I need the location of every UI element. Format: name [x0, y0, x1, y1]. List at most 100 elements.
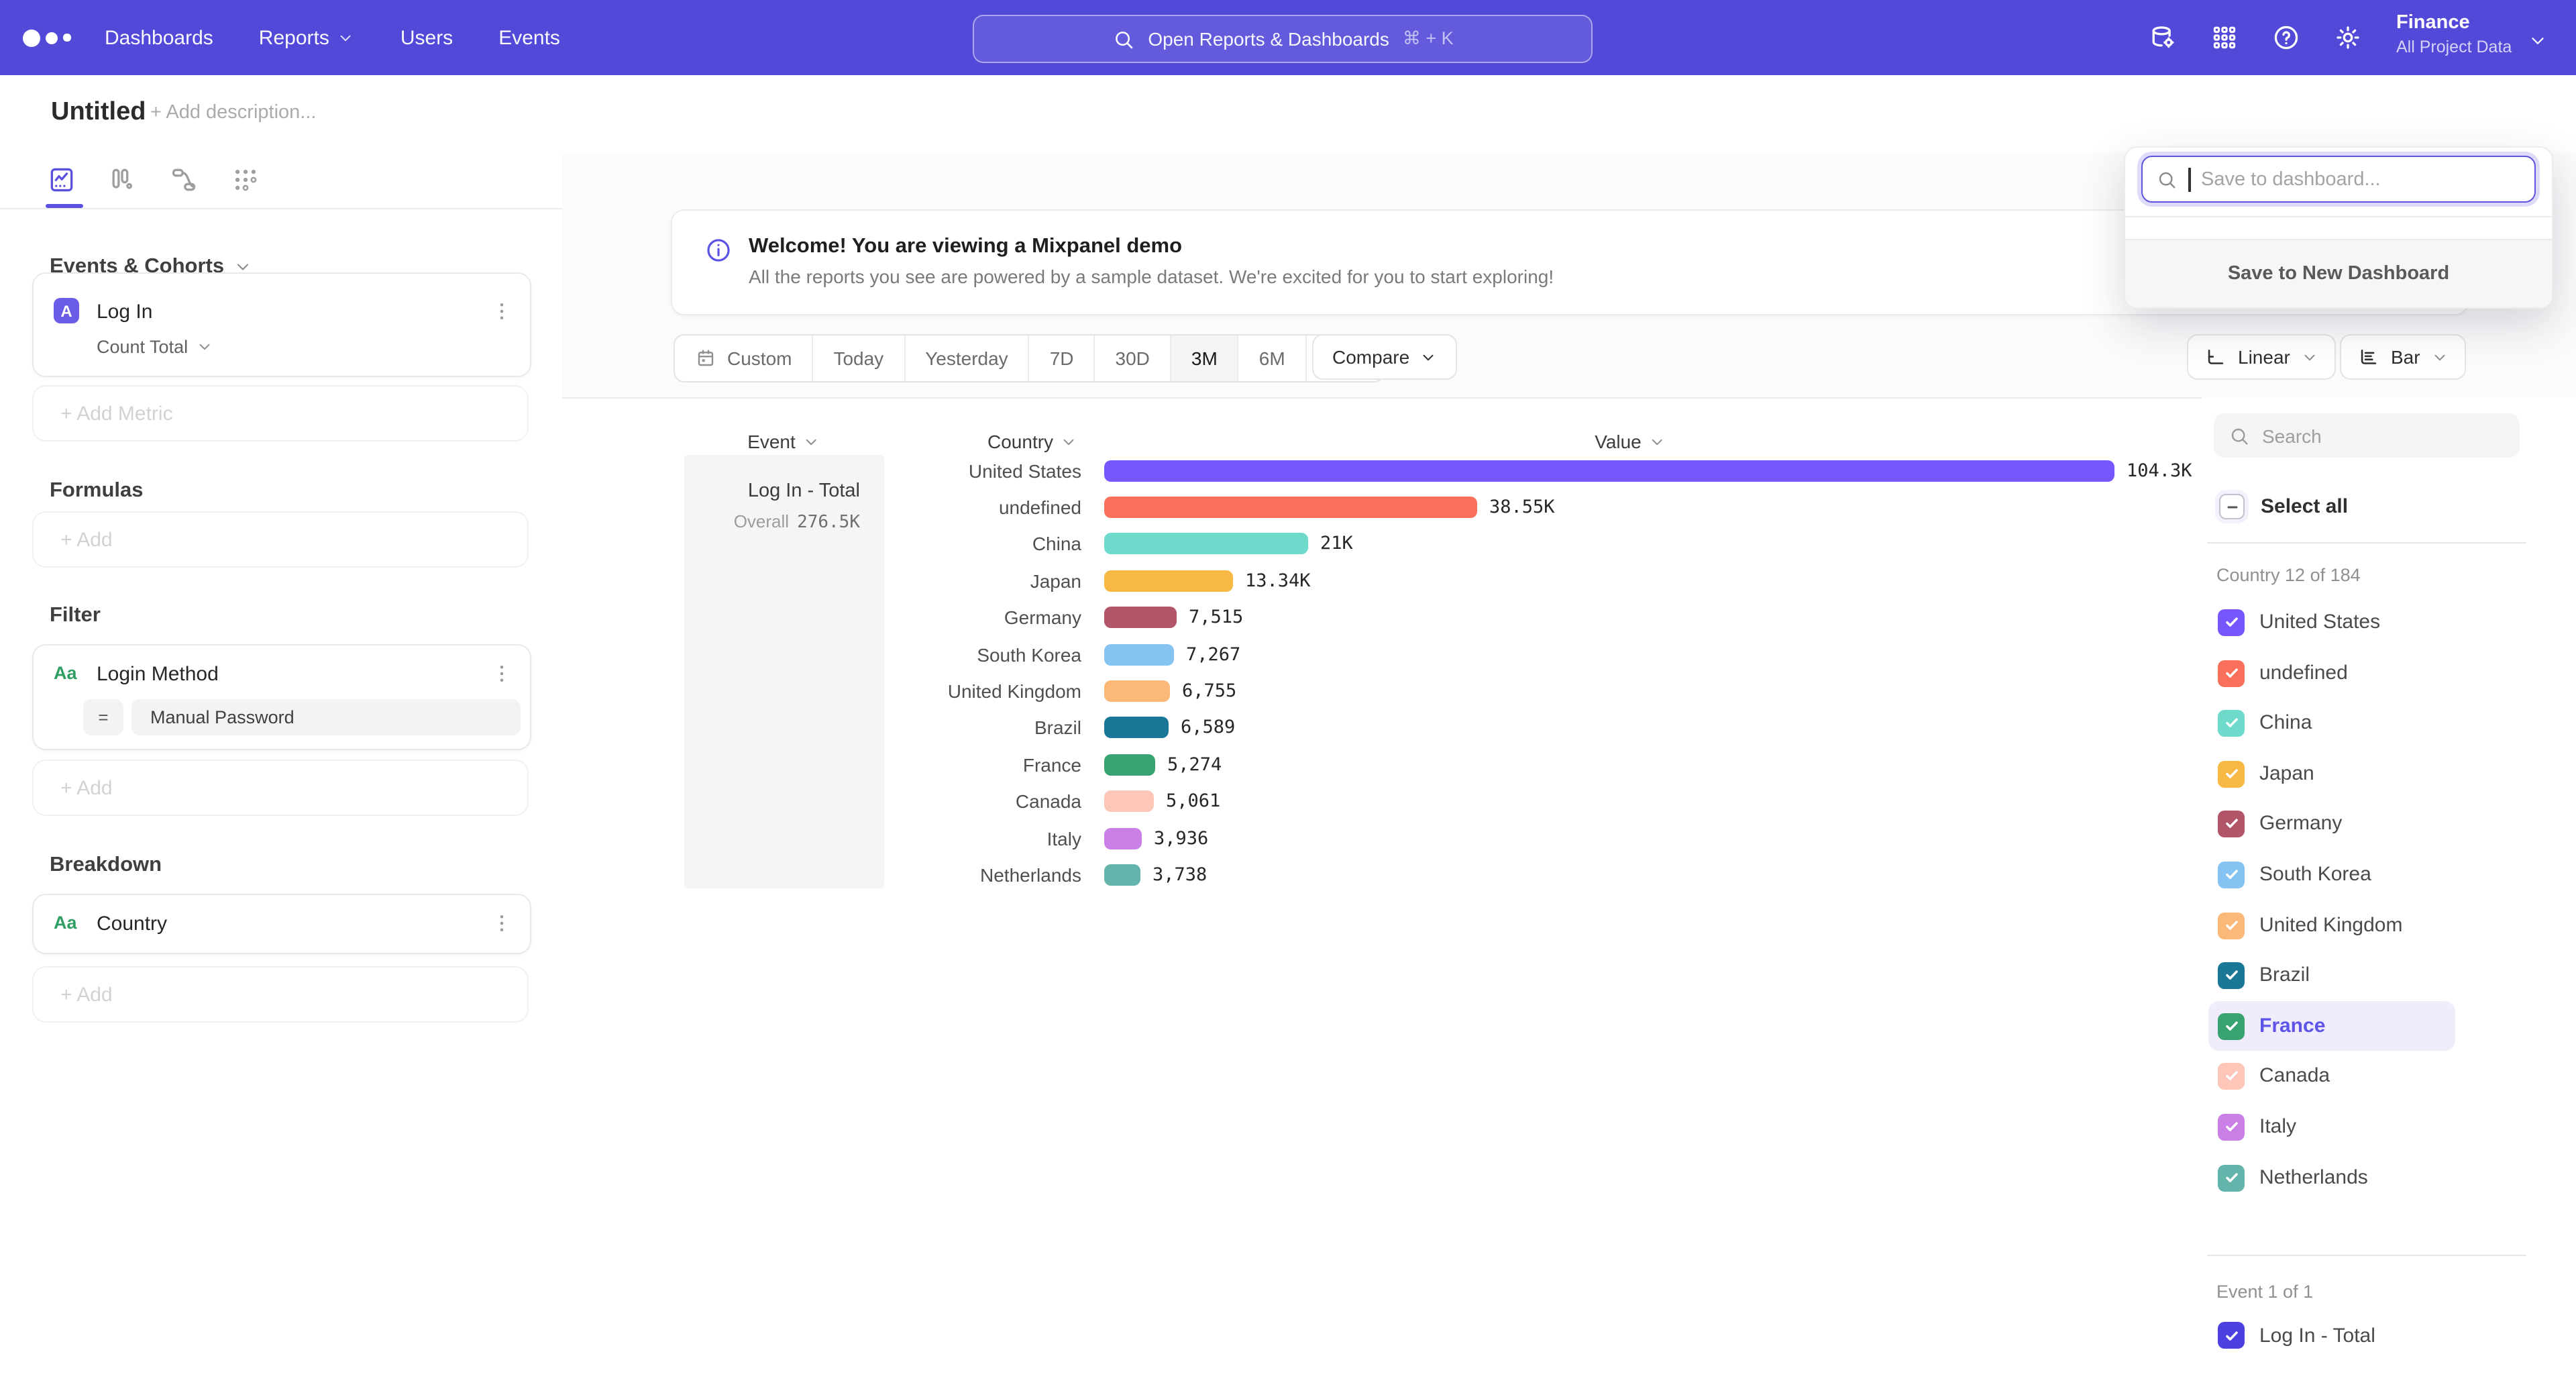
project-name: Finance	[2396, 11, 2512, 36]
column-header-value[interactable]: Value	[1595, 431, 1666, 452]
kebab-menu-icon[interactable]	[490, 662, 514, 686]
nav-item-reports[interactable]: Reports	[259, 26, 355, 49]
event-checkbox[interactable]	[2218, 1322, 2245, 1349]
tab-insights-icon[interactable]	[47, 165, 76, 195]
nav-item-users[interactable]: Users	[400, 26, 453, 49]
bar-france[interactable]	[1104, 754, 1155, 776]
nav-item-dashboards[interactable]: Dashboards	[105, 26, 213, 49]
range-today[interactable]: Today	[812, 335, 904, 381]
column-header-country[interactable]: Country	[987, 431, 1077, 452]
metric-badge: A	[54, 298, 79, 323]
range-yesterday[interactable]: Yesterday	[904, 335, 1028, 381]
country-row-japan[interactable]: Japan	[2208, 749, 2455, 798]
event-checkbox-row[interactable]: Log In - Total	[2218, 1322, 2375, 1349]
country-checkbox-italy[interactable]	[2218, 1113, 2245, 1140]
bar-united-kingdom[interactable]	[1104, 680, 1170, 702]
metric-card-log-in[interactable]: A Log In Count Total	[32, 272, 531, 377]
filter-card-login-method[interactable]: Aa Login Method = Manual Password	[32, 644, 531, 750]
bar-undefined[interactable]	[1104, 497, 1477, 518]
country-row-china[interactable]: China	[2208, 698, 2455, 747]
chart-type-selector[interactable]: Bar	[2340, 334, 2466, 380]
country-row-netherlands[interactable]: Netherlands	[2208, 1153, 2455, 1202]
bar-netherlands[interactable]	[1104, 864, 1140, 886]
filter-property-name[interactable]: Login Method	[97, 663, 219, 686]
bar-japan[interactable]	[1104, 570, 1233, 592]
country-checkbox-undefined[interactable]	[2218, 660, 2245, 686]
global-search[interactable]: Open Reports & Dashboards ⌘ + K	[973, 15, 1593, 63]
country-row-south-korea[interactable]: South Korea	[2208, 849, 2455, 899]
tab-flows-icon[interactable]	[169, 165, 199, 195]
country-row-united-kingdom[interactable]: United Kingdom	[2208, 900, 2455, 950]
chevron-down-icon[interactable]	[2528, 31, 2548, 51]
data-management-icon[interactable]	[2148, 23, 2178, 52]
report-title[interactable]: Untitled	[51, 98, 146, 127]
country-row-france[interactable]: France	[2208, 1001, 2455, 1051]
range-30d[interactable]: 30D	[1094, 335, 1170, 381]
breakdown-card-country[interactable]: Aa Country	[32, 894, 531, 954]
bar-italy[interactable]	[1104, 827, 1142, 849]
bar-canada[interactable]	[1104, 790, 1154, 812]
country-checkbox-japan[interactable]	[2218, 760, 2245, 787]
apps-grid-icon[interactable]	[2210, 23, 2239, 52]
filter-operator[interactable]: =	[83, 699, 123, 735]
kebab-menu-icon[interactable]	[490, 299, 514, 323]
check-icon	[2222, 866, 2240, 883]
country-checkbox-netherlands[interactable]	[2218, 1164, 2245, 1191]
country-checkbox-united-kingdom[interactable]	[2218, 912, 2245, 939]
event-summary-panel: Log In - Total Overall 276.5K	[684, 455, 884, 888]
bar-brazil[interactable]	[1104, 717, 1169, 739]
chart-row-united-kingdom: United Kingdom6,755	[884, 673, 2202, 710]
bar-china[interactable]	[1104, 533, 1308, 555]
range-6m[interactable]: 6M	[1238, 335, 1305, 381]
bar-south-korea[interactable]	[1104, 643, 1174, 665]
country-checkbox-france[interactable]	[2218, 1013, 2245, 1039]
country-checkbox-united-states[interactable]	[2218, 609, 2245, 635]
top-nav: Dashboards Reports Users Events Open Report…	[0, 0, 2576, 75]
range-3m[interactable]: 3M	[1170, 335, 1238, 381]
save-to-new-dashboard-button[interactable]: Save to New Dashboard	[2125, 239, 2552, 307]
add-breakdown-button[interactable]: + Add	[32, 966, 529, 1023]
select-all-row[interactable]: Select all	[2219, 494, 2348, 519]
country-row-italy[interactable]: Italy	[2208, 1102, 2455, 1151]
scale-selector[interactable]: Linear	[2187, 334, 2336, 380]
bar-germany[interactable]	[1104, 607, 1177, 629]
event-checkbox-label: Log In - Total	[2259, 1324, 2375, 1347]
country-label: France	[2259, 1015, 2325, 1037]
mixpanel-logo-icon[interactable]	[23, 0, 70, 75]
aggregation-selector[interactable]: Count Total	[97, 337, 213, 357]
filter-value[interactable]: Manual Password	[131, 699, 521, 735]
kebab-menu-icon[interactable]	[490, 911, 514, 935]
country-row-brazil[interactable]: Brazil	[2208, 950, 2455, 1000]
country-row-united-states[interactable]: United States	[2208, 597, 2455, 647]
select-all-checkbox[interactable]	[2219, 494, 2245, 519]
range-custom[interactable]: Custom	[675, 335, 812, 381]
country-row-undefined[interactable]: undefined	[2208, 648, 2455, 698]
country-checkbox-china[interactable]	[2218, 709, 2245, 736]
tab-retention-icon[interactable]	[231, 165, 260, 195]
add-filter-button[interactable]: + Add	[32, 760, 529, 816]
legend-search-input[interactable]: Search	[2214, 413, 2520, 458]
range-7d[interactable]: 7D	[1028, 335, 1094, 381]
country-checkbox-germany[interactable]	[2218, 810, 2245, 837]
country-checkbox-south-korea[interactable]	[2218, 861, 2245, 888]
metric-name[interactable]: Log In	[97, 301, 152, 323]
chevron-down-icon	[802, 433, 820, 450]
save-dashboard-search-input[interactable]: Save to dashboard...	[2141, 156, 2536, 203]
bar-united-states[interactable]	[1104, 460, 2114, 481]
country-row-germany[interactable]: Germany	[2208, 798, 2455, 848]
country-row-canada[interactable]: Canada	[2208, 1051, 2455, 1100]
country-checkbox-canada[interactable]	[2218, 1062, 2245, 1089]
add-metric-button[interactable]: + Add Metric	[32, 385, 529, 442]
compare-button[interactable]: Compare	[1312, 334, 1456, 380]
tab-funnels-icon[interactable]	[107, 165, 137, 195]
add-description-field[interactable]: + Add description...	[150, 102, 316, 123]
add-formula-button[interactable]: + Add	[32, 511, 529, 568]
settings-gear-icon[interactable]	[2333, 23, 2363, 52]
breakdown-property-name[interactable]: Country	[97, 913, 167, 935]
project-switcher[interactable]: Finance All Project Data	[2396, 11, 2512, 58]
nav-item-events[interactable]: Events	[498, 26, 560, 49]
help-icon[interactable]	[2271, 23, 2301, 52]
country-checkbox-brazil[interactable]	[2218, 962, 2245, 988]
bar-value-label: 7,267	[1186, 643, 1240, 665]
column-header-event[interactable]: Event	[747, 431, 820, 452]
